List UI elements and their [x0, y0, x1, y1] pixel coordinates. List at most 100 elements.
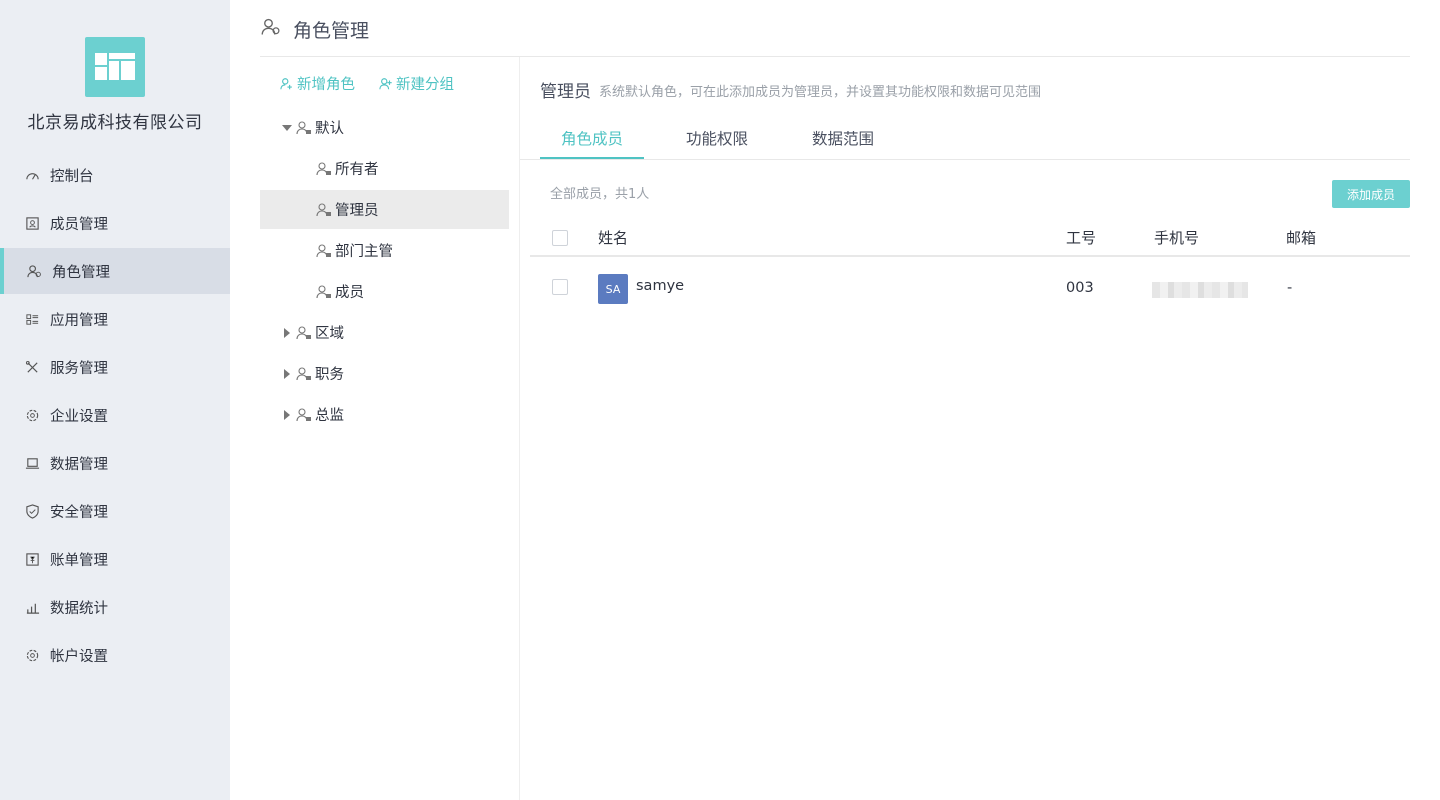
app-root: 北京易成科技有限公司 控制台 成员管理 角色管理 应用管理 服务管理 企业设置 … [0, 0, 1440, 800]
tree-role-member[interactable]: 成员 [316, 272, 364, 311]
bar-chart-icon [25, 600, 40, 615]
add-user-icon [280, 77, 292, 89]
avatar: SA [598, 274, 628, 304]
role-icon [316, 243, 332, 259]
role-group-icon [296, 407, 312, 423]
add-group-label: 新建分组 [396, 77, 454, 93]
member-card-icon [25, 216, 40, 231]
row-checkbox[interactable] [552, 279, 568, 295]
laptop-icon [25, 456, 40, 471]
sidebar-nav: 控制台 成员管理 角色管理 应用管理 服务管理 企业设置 数据管理 安全管理 账… [0, 152, 230, 680]
caret-right-icon[interactable] [280, 367, 294, 381]
sidebar-item-label: 控制台 [50, 168, 94, 185]
sidebar-item-label: 安全管理 [50, 504, 108, 521]
add-group-button[interactable]: 新建分组 [379, 73, 454, 94]
tree-group-default[interactable]: 默认 [280, 108, 344, 147]
column-header-phone[interactable]: 手机号 [1154, 227, 1199, 248]
table-row[interactable]: SA samye 003 - [530, 257, 1410, 321]
company-name: 北京易成科技有限公司 [27, 113, 203, 133]
tree-actions: 新增角色 新建分组 [280, 73, 454, 94]
tree-node-label: 区域 [315, 326, 344, 342]
sidebar-item-data[interactable]: 数据管理 [0, 440, 230, 486]
users-icon [261, 17, 281, 41]
tree-node-label: 总监 [315, 408, 344, 424]
add-role-button[interactable]: 新增角色 [280, 73, 355, 94]
caret-right-icon[interactable] [280, 408, 294, 422]
member-phone-redacted [1152, 282, 1248, 298]
caret-down-icon[interactable] [280, 121, 294, 135]
tree-node-label: 所有者 [335, 162, 379, 178]
role-name: 管理员 [540, 82, 591, 102]
sidebar-item-label: 服务管理 [50, 360, 108, 377]
gear-icon [25, 408, 40, 423]
sidebar-item-label: 账单管理 [50, 552, 108, 569]
column-header-email[interactable]: 邮箱 [1286, 227, 1316, 248]
tree-node-label: 管理员 [335, 203, 379, 219]
page-header: 角色管理 [260, 0, 1410, 57]
company-logo[interactable] [85, 37, 145, 97]
tree-role-dept-head[interactable]: 部门主管 [316, 231, 393, 270]
add-group-icon [379, 77, 392, 89]
role-group-icon [296, 120, 312, 136]
sidebar-item-label: 应用管理 [50, 312, 108, 329]
role-icon [316, 284, 332, 300]
tree-group-position[interactable]: 职务 [280, 354, 344, 393]
speedometer-icon [25, 168, 40, 183]
page-title: 角色管理 [293, 20, 370, 42]
sidebar-item-apps[interactable]: 应用管理 [0, 296, 230, 342]
app-list-icon [25, 312, 40, 327]
tab-role-members[interactable]: 角色成员 [561, 127, 623, 149]
tree-node-label: 成员 [335, 285, 364, 301]
member-name[interactable]: samye [636, 278, 684, 294]
tools-icon [25, 360, 40, 375]
sidebar-item-billing[interactable]: 账单管理 [0, 536, 230, 582]
sidebar-item-security[interactable]: 安全管理 [0, 488, 230, 534]
role-tree-panel: 新增角色 新建分组 默认 所有者 管理员 部门主管 成员 区域 职务 总监 [260, 57, 520, 800]
tree-node-label: 部门主管 [335, 244, 393, 260]
role-tabs: 角色成员 功能权限 数据范围 [520, 117, 1410, 160]
sidebar-item-label: 企业设置 [50, 408, 108, 425]
active-tab-indicator [540, 157, 644, 159]
add-role-label: 新增角色 [297, 77, 355, 93]
caret-right-icon[interactable] [280, 326, 294, 340]
column-header-name[interactable]: 姓名 [598, 227, 628, 248]
sidebar-item-dashboard[interactable]: 控制台 [0, 152, 230, 198]
role-description: 系统默认角色，可在此添加成员为管理员，并设置其功能权限和数据可见范围 [599, 85, 1042, 100]
shield-icon [25, 503, 40, 519]
role-detail-panel: 管理员 系统默认角色，可在此添加成员为管理员，并设置其功能权限和数据可见范围 角… [520, 57, 1410, 800]
sidebar-item-label: 数据管理 [50, 456, 108, 473]
role-icon [316, 202, 332, 218]
sidebar: 北京易成科技有限公司 控制台 成员管理 角色管理 应用管理 服务管理 企业设置 … [0, 0, 230, 800]
sidebar-item-label: 数据统计 [50, 600, 108, 617]
sidebar-item-enterprise-settings[interactable]: 企业设置 [0, 392, 230, 438]
sidebar-item-services[interactable]: 服务管理 [0, 344, 230, 390]
select-all-checkbox[interactable] [552, 230, 568, 246]
settings-icon [25, 648, 40, 663]
tree-node-label: 职务 [315, 367, 344, 383]
sidebar-item-label: 帐户设置 [50, 648, 108, 665]
sidebar-item-label: 成员管理 [50, 216, 108, 233]
tree-role-owner[interactable]: 所有者 [316, 149, 379, 188]
tree-role-admin[interactable]: 管理员 [260, 190, 509, 229]
role-icon [316, 161, 332, 177]
tab-function-permissions[interactable]: 功能权限 [686, 127, 748, 149]
role-group-icon [296, 325, 312, 341]
member-count: 全部成员，共1人 [550, 187, 650, 202]
tab-data-scope[interactable]: 数据范围 [812, 127, 874, 149]
member-employee-id: 003 [1066, 280, 1094, 296]
tree-group-region[interactable]: 区域 [280, 313, 344, 352]
users-icon [27, 264, 42, 279]
add-member-button[interactable]: 添加成员 [1332, 180, 1410, 208]
table-header: 姓名 工号 手机号 邮箱 [530, 217, 1410, 257]
tree-node-label: 默认 [315, 121, 344, 137]
role-group-icon [296, 366, 312, 382]
column-header-employee-id[interactable]: 工号 [1066, 227, 1096, 248]
bill-icon [25, 552, 40, 567]
member-email: - [1287, 280, 1293, 296]
sidebar-item-account-settings[interactable]: 帐户设置 [0, 632, 230, 678]
sidebar-item-statistics[interactable]: 数据统计 [0, 584, 230, 630]
tree-group-director[interactable]: 总监 [280, 395, 344, 434]
members-table: 姓名 工号 手机号 邮箱 SA samye 003 - [530, 217, 1410, 321]
sidebar-item-roles[interactable]: 角色管理 [0, 248, 230, 294]
sidebar-item-members[interactable]: 成员管理 [0, 200, 230, 246]
